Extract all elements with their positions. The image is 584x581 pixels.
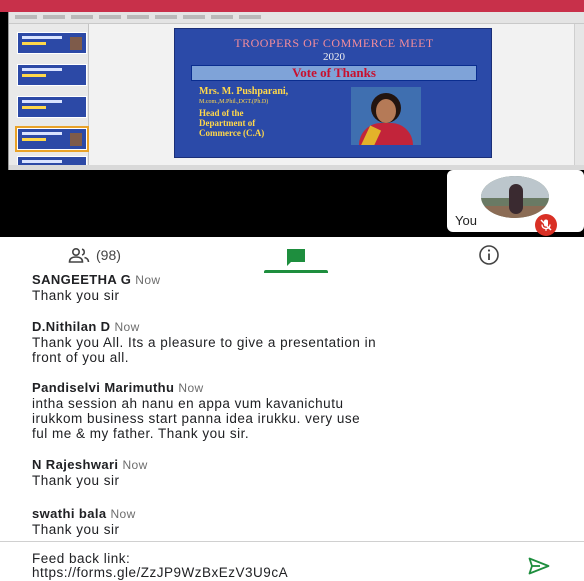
slide-thumbnail (17, 96, 87, 118)
slide-thumbnail (17, 64, 87, 86)
tab-info[interactable] (478, 244, 500, 266)
presenter-name: Mrs. M. Pushparani, (199, 86, 289, 97)
tab-chat[interactable] (264, 239, 328, 273)
slide-banner: Vote of Thanks (191, 65, 477, 81)
message-time: Now (122, 458, 148, 472)
chat-message: N Rajeshwari Now Thank you sir (32, 457, 562, 488)
chat-message-list[interactable]: SANGEETHA G Now Thank you sir D.Nithilan … (0, 273, 584, 541)
presenter-role: Head of the Department of Commerce (C.A) (199, 108, 265, 138)
send-icon[interactable] (528, 557, 550, 575)
message-sender: swathi bala (32, 506, 107, 521)
people-icon (68, 247, 90, 263)
ppt-scrollbar (574, 24, 584, 170)
slide-year: 2020 (323, 51, 345, 63)
message-text: Thank you sir (32, 473, 120, 488)
message-time: Now (135, 273, 161, 287)
chat-message: Pandiselvi Marimuthu Now intha session ah… (32, 380, 562, 441)
message-composer[interactable]: Feed back link: https://forms.gle/ZzJP9W… (0, 541, 584, 581)
message-time: Now (114, 320, 140, 334)
message-text: Thank you sir (32, 288, 120, 303)
shared-screen: TROOPERS OF COMMERCE MEET 2020 Vote of T… (0, 0, 584, 237)
slide-thumbnail-panel (9, 24, 89, 170)
current-slide: TROOPERS OF COMMERCE MEET 2020 Vote of T… (174, 28, 492, 158)
message-input[interactable]: Feed back link: https://forms.gle/ZzJP9W… (32, 552, 288, 580)
ppt-ribbon (9, 12, 584, 24)
avatar (481, 176, 549, 218)
mic-off-icon[interactable] (535, 214, 557, 236)
message-sender: Pandiselvi Marimuthu (32, 380, 175, 395)
chat-message: SANGEETHA G Now Thank you sir (32, 273, 562, 303)
message-sender: SANGEETHA G (32, 273, 132, 287)
self-label: You (455, 213, 477, 228)
message-text: intha session ah nanu en appa vum kavani… (32, 396, 361, 441)
self-video-tile[interactable]: You (447, 170, 584, 232)
presenter-photo (351, 87, 421, 145)
message-sender: N Rajeshwari (32, 457, 119, 472)
info-icon (479, 245, 499, 265)
slide-thumbnail (17, 32, 87, 54)
participant-count: (98) (96, 247, 121, 263)
presenter-qualifications: M.com.,M.Phil.,DGT.(Ph.D) (199, 99, 269, 105)
slide-title: TROOPERS OF COMMERCE MEET (234, 36, 434, 50)
panel-tab-bar: (98) (0, 237, 584, 273)
tab-people[interactable]: (98) (68, 245, 121, 265)
presenter-window-titlebar (0, 0, 584, 12)
message-time: Now (110, 507, 136, 521)
message-time: Now (178, 381, 204, 395)
chat-message: swathi bala Now Thank you sir (32, 506, 562, 537)
chat-message: D.Nithilan D Now Thank you All. Its a ple… (32, 319, 562, 365)
slide-thumbnail-selected (15, 126, 89, 152)
message-text: Thank you sir (32, 522, 120, 537)
message-text: Thank you All. Its a pleasure to give a … (32, 335, 377, 365)
chat-icon (287, 249, 305, 266)
message-sender: D.Nithilan D (32, 319, 111, 334)
